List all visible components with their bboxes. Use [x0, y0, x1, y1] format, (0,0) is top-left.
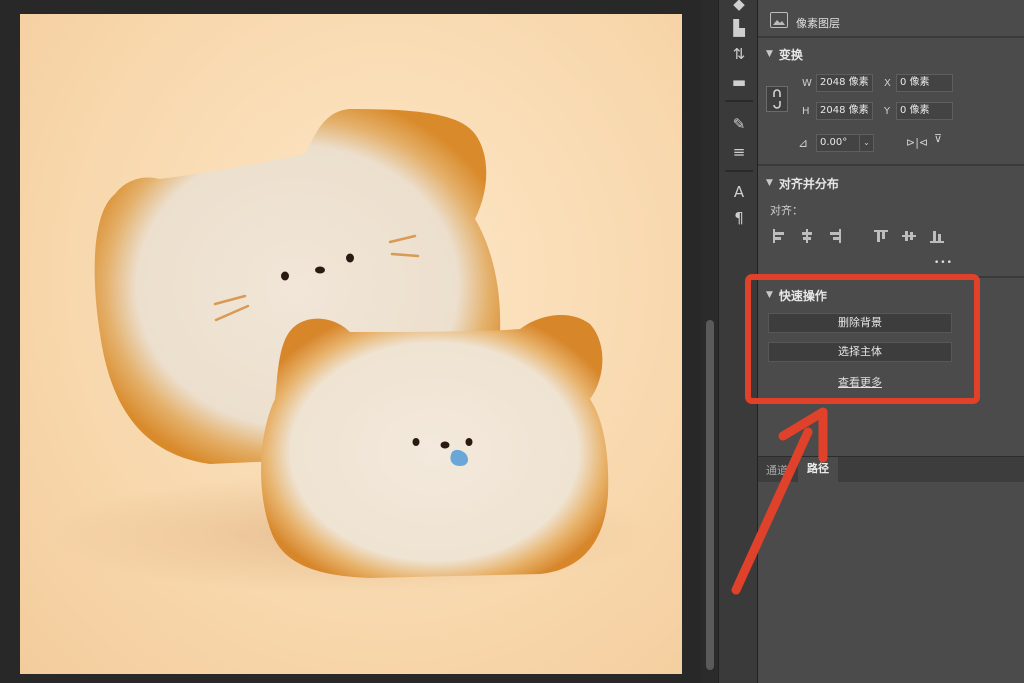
- paragraph-icon[interactable]: ¶: [729, 208, 749, 228]
- remove-background-button[interactable]: 删除背景: [768, 313, 952, 333]
- quick-actions-title: 快速操作: [778, 288, 827, 303]
- canvas-area[interactable]: [0, 0, 702, 683]
- separator: [725, 100, 753, 102]
- eye-left-shape: [281, 271, 289, 281]
- divider: [758, 276, 1024, 278]
- width-label: W: [802, 78, 812, 89]
- comment-icon[interactable]: ▬: [729, 72, 749, 92]
- bread-small: [261, 314, 609, 578]
- angle-value: 0.00°: [820, 137, 848, 148]
- align-top-icon[interactable]: [874, 229, 888, 243]
- x-field[interactable]: 0 像素: [896, 74, 953, 92]
- height-label: H: [802, 106, 810, 117]
- flip-vertical-icon[interactable]: ⊽: [934, 132, 942, 145]
- transform-title: 变换: [778, 47, 803, 62]
- small-eye-right-shape: [465, 438, 473, 446]
- library-icon[interactable]: ▙: [729, 18, 749, 38]
- nose-shape: [315, 266, 325, 274]
- angle-icon: ⊿: [798, 136, 809, 150]
- angle-field[interactable]: 0.00° ⌄: [816, 134, 874, 152]
- height-field[interactable]: 2048 像素: [816, 102, 873, 120]
- eye-right-shape: [346, 253, 354, 263]
- canvas-scrollbar[interactable]: [702, 0, 718, 683]
- pixel-layer-icon: [770, 12, 788, 28]
- chevron-down-icon: ▼: [766, 290, 773, 300]
- x-label: X: [884, 78, 891, 89]
- select-subject-button[interactable]: 选择主体: [768, 342, 952, 362]
- y-label: Y: [884, 106, 891, 117]
- angle-dropdown-icon[interactable]: ⌄: [859, 135, 873, 151]
- history-icon[interactable]: ⇅: [729, 44, 749, 64]
- properties-panel: 像素图层 ▼ 变换 W 2048 像素 X 0 像素 H 2048 像素 Y 0…: [758, 0, 1024, 683]
- layers-icon[interactable]: ◆: [729, 0, 749, 14]
- align-bottom-icon[interactable]: [930, 229, 944, 243]
- y-field[interactable]: 0 像素: [896, 102, 953, 120]
- adjustments-icon[interactable]: ≡: [729, 142, 749, 162]
- tab-paths[interactable]: 路径: [798, 457, 838, 482]
- transform-section-header[interactable]: ▼ 变换: [766, 45, 803, 63]
- photoshop-window: ◆ ▙ ⇅ ▬ ✎ ≡ A ¶ 像素图层 ▼ 变换 W 2048 像素 X 0 …: [0, 0, 1024, 683]
- brush-settings-icon[interactable]: ✎: [729, 114, 749, 134]
- panel-icon-strip: ◆ ▙ ⇅ ▬ ✎ ≡ A ¶: [718, 0, 758, 683]
- align-section-header[interactable]: ▼ 对齐并分布: [766, 174, 839, 192]
- separator: [725, 170, 753, 172]
- scrollbar-thumb[interactable]: [706, 320, 714, 670]
- align-center-vertical-icon[interactable]: [902, 229, 916, 243]
- align-left-icon[interactable]: [772, 229, 786, 243]
- width-field[interactable]: 2048 像素: [816, 74, 873, 92]
- character-icon[interactable]: A: [729, 182, 749, 202]
- small-nose-shape: [440, 441, 450, 449]
- divider: [758, 36, 1024, 38]
- tab-channels[interactable]: 通道: [766, 462, 788, 478]
- flip-horizontal-icon[interactable]: ⊳|⊲: [906, 136, 928, 149]
- small-eye-left-shape: [412, 438, 420, 446]
- align-right-icon[interactable]: [828, 229, 842, 243]
- layer-type-label: 像素图层: [796, 17, 840, 30]
- link-dimensions-button[interactable]: [766, 86, 788, 112]
- bread-pillows-photo: [50, 109, 650, 594]
- align-title: 对齐并分布: [778, 176, 839, 191]
- document-image[interactable]: [20, 14, 682, 674]
- divider: [758, 164, 1024, 166]
- chevron-down-icon: ▼: [766, 178, 773, 188]
- quick-actions-section-header[interactable]: ▼ 快速操作: [766, 286, 827, 304]
- see-more-link[interactable]: 查看更多: [768, 374, 952, 390]
- chevron-down-icon: ▼: [766, 49, 773, 59]
- more-options-button[interactable]: •••: [934, 258, 953, 268]
- align-center-horizontal-icon[interactable]: [800, 229, 814, 243]
- align-label: 对齐：: [770, 204, 803, 217]
